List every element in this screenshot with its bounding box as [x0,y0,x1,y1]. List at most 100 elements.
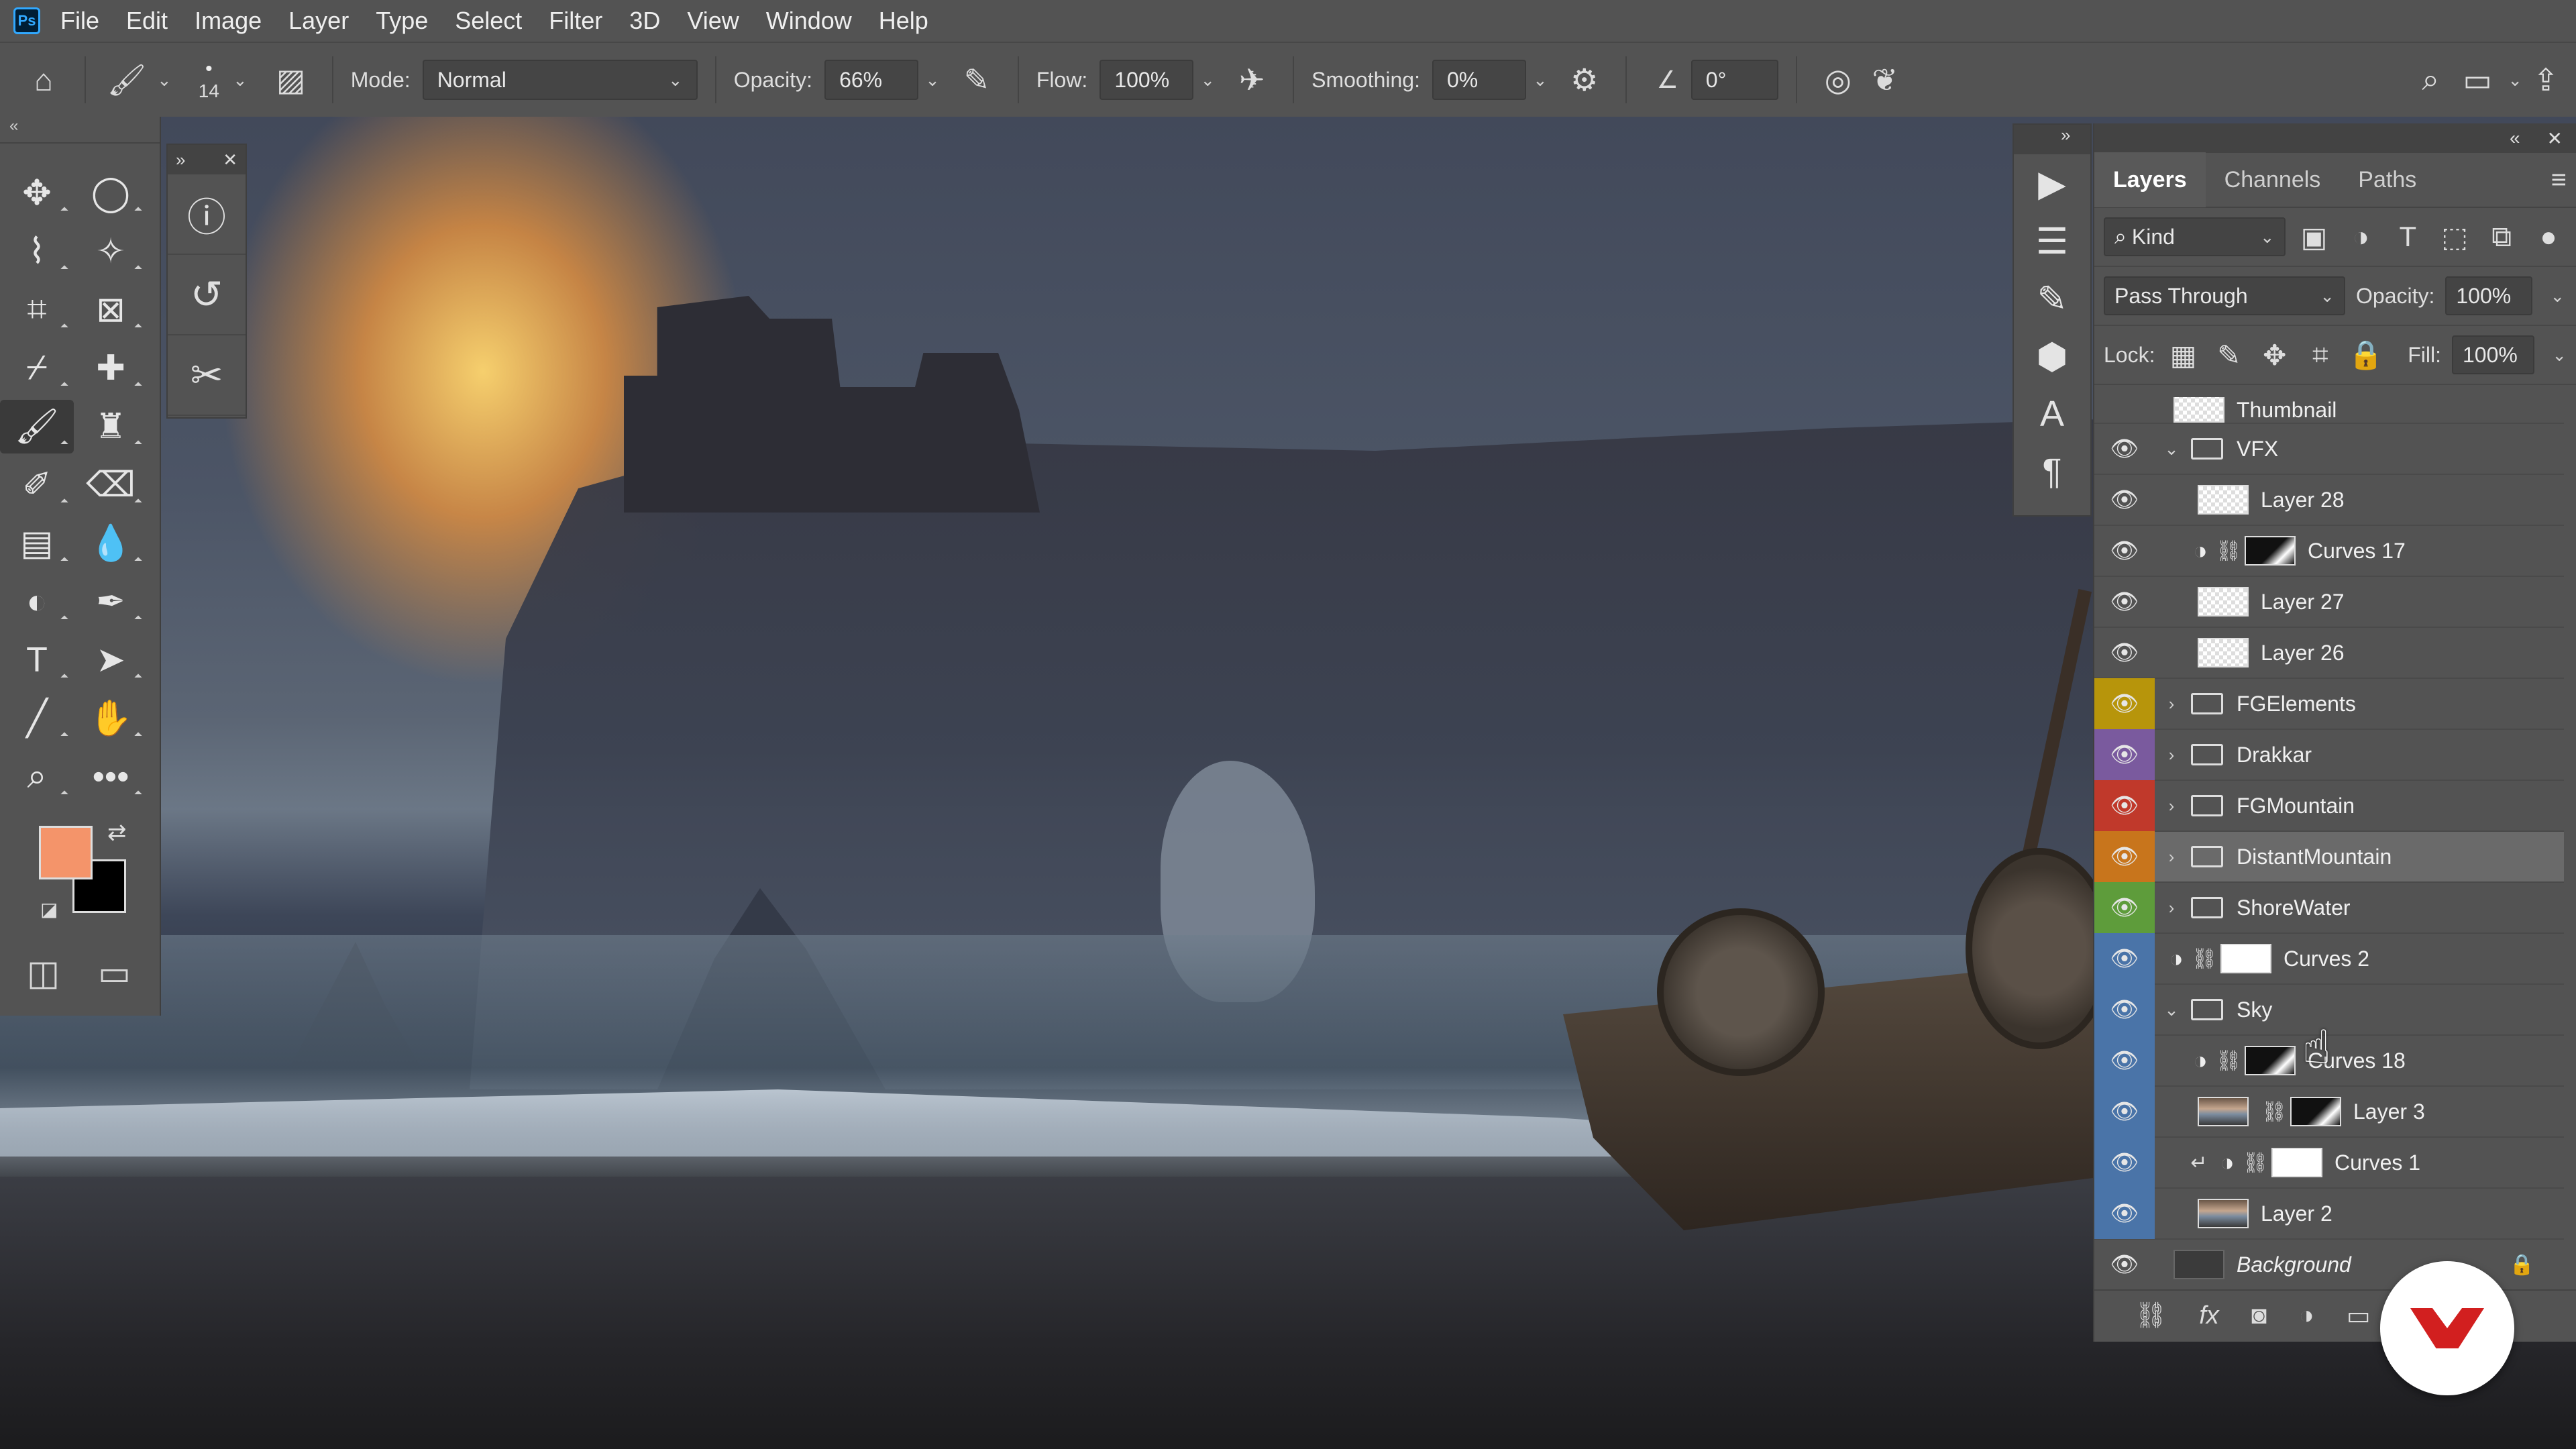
layer-row[interactable]: 👁 › FGElements [2094,678,2564,730]
visibility-eye-icon[interactable]: 👁 [2094,474,2155,525]
tab-layers[interactable]: Layers [2094,152,2206,207]
brush-settings-panel-icon[interactable]: ✎ [2014,270,2090,327]
move-tool-icon[interactable]: ✥ [0,166,74,220]
pressure-size-icon[interactable]: ◎ [1815,62,1862,98]
history-brush-icon[interactable]: ✐ [0,458,74,512]
layer-thumbnail[interactable] [2174,1250,2224,1279]
visibility-eye-icon[interactable]: 👁 [2094,882,2155,933]
crop-tool-icon[interactable]: ⌗ [0,283,74,337]
tool-presets-icon[interactable]: ✂ [168,335,246,416]
menu-image[interactable]: Image [195,7,262,35]
chevron-down-icon[interactable]: ⌄ [1200,70,1215,91]
dodge-tool-icon[interactable]: ◐ [0,575,74,629]
layer-mask-thumbnail[interactable] [2220,944,2271,973]
pen-tool-icon[interactable]: ✒ [74,575,148,629]
path-selection-icon[interactable]: ➤ [74,633,148,687]
add-mask-icon[interactable]: ◙ [2251,1301,2267,1330]
layer-thumbnail[interactable] [2198,1097,2249,1126]
layer-row[interactable]: 👁 › DistantMountain [2094,831,2564,883]
close-icon[interactable]: ✕ [2547,127,2563,150]
filter-smart-object-icon[interactable]: ⧉ [2483,221,2520,254]
hand-tool-icon[interactable]: ✋ [74,692,148,745]
line-tool-icon[interactable]: ╱ [0,692,74,745]
share-icon[interactable]: ⇪ [2522,62,2569,98]
chevron-down-icon[interactable]: ⌄ [925,70,940,91]
filter-type-icon[interactable]: T [2390,221,2426,253]
adjustments-icon[interactable]: ☰ [2014,212,2090,270]
layer-opacity-input[interactable]: 100% [2445,276,2533,315]
layer-row[interactable]: 👁 ↵ ◑ ⛓ Curves 1 [2094,1137,2564,1189]
menu-file[interactable]: File [60,7,99,35]
frame-tool-icon[interactable]: ⊠ [74,283,148,337]
filter-kind-dropdown[interactable]: ⌕ Kind ⌄ [2104,217,2286,256]
magic-wand-icon[interactable]: ✧ [74,225,148,278]
layer-row[interactable]: 👁 ⛓ Layer 3 [2094,1086,2564,1138]
mask-link-icon[interactable]: ⛓ [2215,539,2242,563]
info-icon[interactable]: ⓘ [168,174,246,255]
lock-artboard-icon[interactable]: ⌗ [2303,339,2338,372]
layer-row[interactable]: 👁 ◑ ⛓ Curves 17 [2094,526,2564,577]
layer-mask-thumbnail[interactable] [2271,1148,2322,1177]
type-tool-icon[interactable]: T [0,633,74,687]
chevron-right-icon[interactable]: › [2161,898,2182,918]
brush-tool-icon[interactable]: 🖌 [0,399,74,453]
collapse-icon[interactable]: « [2510,127,2520,149]
layer-row[interactable]: 👁 Layer 28 [2094,475,2564,526]
new-adjustment-icon[interactable]: ◑ [2299,1301,2314,1330]
search-icon[interactable]: ⌕ [2407,61,2454,99]
layer-thumbnail[interactable] [2174,397,2224,423]
visibility-eye-icon[interactable]: 👁 [2094,1188,2155,1239]
more-tools-icon[interactable]: ••• [74,750,148,804]
tab-channels[interactable]: Channels [2206,152,2340,207]
filter-adjustment-icon[interactable]: ◑ [2343,221,2379,253]
fill-input[interactable]: 100% [2451,335,2535,374]
chevron-down-icon[interactable]: ⌄ [2550,286,2565,307]
eyedropper-icon[interactable]: ⌿ [0,341,74,395]
gradient-tool-icon[interactable]: ▤ [0,517,74,570]
menu-3d[interactable]: 3D [629,7,660,35]
foreground-color-swatch[interactable] [39,826,93,879]
smoothing-input[interactable]: 0% [1432,60,1526,100]
chevron-down-icon[interactable]: ⌄ [2161,1000,2182,1020]
brush-size-picker[interactable]: • 14 [199,58,219,102]
layer-mask-thumbnail[interactable] [2245,1046,2296,1075]
lasso-tool-icon[interactable]: ⌇ [0,225,74,278]
history-icon[interactable]: ↺ [168,255,246,335]
3d-icon[interactable]: ⬢ [2014,327,2090,385]
visibility-eye-icon[interactable]: 👁 [2094,576,2155,627]
panel-menu-icon[interactable]: ≡ [2551,165,2567,195]
menu-filter[interactable]: Filter [549,7,602,35]
visibility-eye-icon[interactable]: 👁 [2094,423,2155,474]
mask-link-icon[interactable]: ⛓ [2191,947,2218,971]
visibility-eye-icon[interactable] [2094,397,2155,423]
layer-row[interactable]: 👁 › FGMountain [2094,780,2564,832]
visibility-eye-icon[interactable]: 👁 [2094,1137,2155,1188]
blend-mode-dropdown[interactable]: Pass Through ⌄ [2104,276,2345,315]
visibility-eye-icon[interactable]: 👁 [2094,831,2155,882]
filter-shape-icon[interactable]: ⬚ [2436,221,2473,254]
visibility-eye-icon[interactable]: 👁 [2094,627,2155,678]
mask-link-icon[interactable]: ⛓ [2242,1151,2269,1175]
visibility-eye-icon[interactable]: 👁 [2094,729,2155,780]
layer-thumbnail[interactable] [2198,1199,2249,1228]
layer-row[interactable]: 👁 ◑ ⛓ Curves 2 [2094,933,2564,985]
swap-colors-icon[interactable]: ⇄ [107,819,127,846]
close-icon[interactable]: ✕ [223,150,237,170]
layer-mask-thumbnail[interactable] [2290,1097,2341,1126]
chevron-right-icon[interactable]: › [2161,847,2182,867]
chevron-right-icon[interactable]: › [2161,745,2182,765]
quick-mask-icon[interactable]: ◫ [27,953,60,994]
chevron-down-icon[interactable]: ⌄ [233,70,248,91]
mask-link-icon[interactable]: ⛓ [2215,1049,2242,1073]
chevron-down-icon[interactable]: ⌄ [2552,345,2567,366]
visibility-eye-icon[interactable]: 👁 [2094,525,2155,576]
mask-link-icon[interactable]: ⛓ [2261,1100,2288,1124]
collapse-icon[interactable]: « [0,117,160,144]
menu-layer[interactable]: Layer [288,7,349,35]
expand-icon[interactable]: » [2014,125,2090,154]
visibility-eye-icon[interactable]: 👁 [2094,1035,2155,1086]
lock-pixels-icon[interactable]: ✎ [2212,339,2247,372]
layer-thumbnail[interactable] [2198,587,2249,616]
visibility-eye-icon[interactable]: 👁 [2094,933,2155,984]
default-colors-icon[interactable]: ◪ [40,898,58,920]
